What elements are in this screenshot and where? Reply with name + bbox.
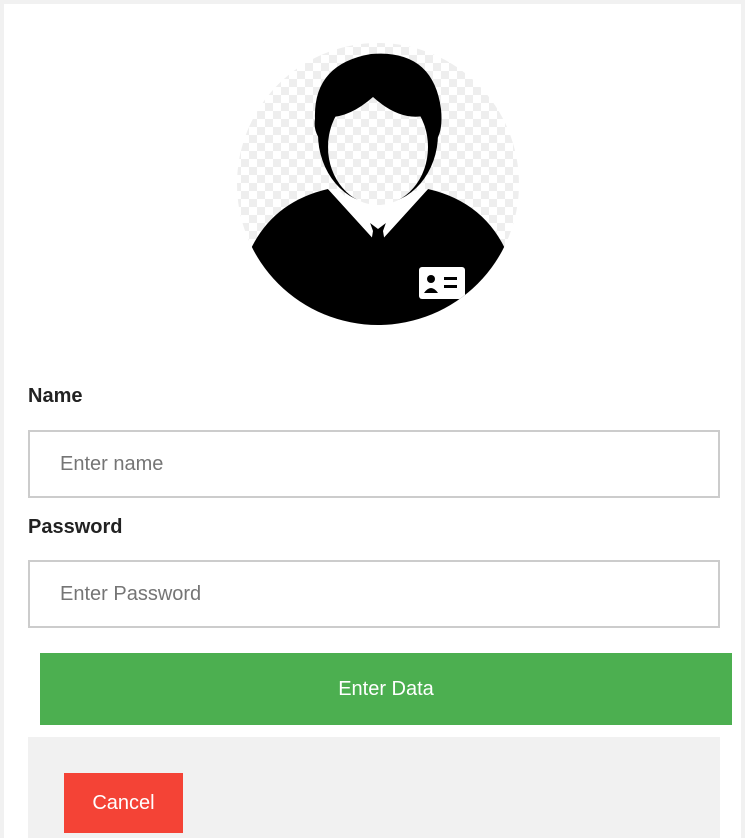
cancel-button[interactable]: Cancel [64,773,183,833]
name-label: Name [28,385,83,407]
enter-data-button[interactable]: Enter Data [40,653,732,725]
user-avatar-icon [237,43,519,325]
password-input[interactable] [28,560,720,628]
password-label: Password [28,516,123,538]
avatar-image [233,39,523,329]
page: Name Password Enter Data Cancel [0,0,745,838]
name-input[interactable] [28,430,720,498]
form-footer: Cancel [28,737,720,838]
login-card: Name Password Enter Data Cancel [4,4,741,838]
